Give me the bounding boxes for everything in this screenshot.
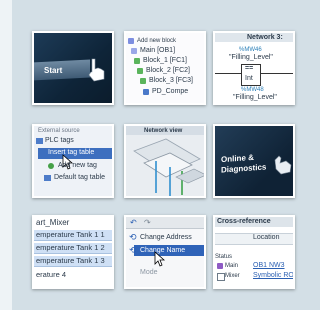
db-block-icon — [143, 89, 149, 95]
tile-hmi-tags[interactable]: art_Mixer emperature Tank 1 1 emperature… — [32, 215, 114, 289]
ob-block-icon — [131, 48, 137, 54]
pointer-hand-icon — [88, 58, 105, 82]
tree-item[interactable]: PD_Compe — [152, 88, 188, 96]
operand-address: %MW48 — [241, 87, 264, 93]
panel-title: Cross-reference — [217, 218, 271, 225]
list-header: art_Mixer — [36, 218, 70, 227]
left-frame-strip — [0, 0, 12, 310]
add-icon — [48, 163, 54, 169]
list-item[interactable]: emperature Tank 1 1 — [36, 231, 105, 239]
tile-program-blocks[interactable]: Add new block Main [OB1] Block_1 [FC1] B… — [124, 31, 206, 105]
rung-line-right — [260, 73, 293, 74]
status-label: Status — [215, 254, 233, 260]
tile-network-logic[interactable]: Network 3: %MW46 "Filling_Level" == Int … — [213, 31, 295, 105]
add-block-icon — [128, 38, 134, 44]
table-link[interactable]: OB1 NW3 — [253, 262, 285, 270]
operand-name: "Filling_Level" — [229, 54, 273, 61]
tree-item[interactable]: Main [OB1] — [140, 47, 175, 55]
tile-start[interactable]: Start — [32, 31, 114, 105]
column-header[interactable]: Location — [253, 234, 279, 242]
table-cell: Main — [225, 263, 239, 269]
start-label: Start — [44, 66, 63, 75]
diagnostics-label: Diagnostics — [221, 162, 267, 175]
compare-operator: == — [245, 65, 254, 72]
pointer-hand-icon — [274, 155, 292, 175]
tree-item[interactable]: PLC tags — [45, 137, 74, 145]
undo-icon[interactable]: ↶ — [130, 219, 137, 227]
table-link[interactable]: Symbolic RO — [253, 272, 293, 280]
tree-item[interactable]: Block_1 [FC1] — [143, 57, 187, 65]
list-item[interactable]: emperature Tank 1 3 — [36, 257, 105, 265]
tile-plc-tags[interactable]: External source PLC tags Insert tag tabl… — [32, 124, 114, 198]
tree-item[interactable]: Default tag table — [54, 174, 105, 182]
fc-block-icon — [137, 68, 143, 74]
mouse-cursor-icon — [154, 251, 166, 267]
operand-address: %MW46 — [239, 47, 262, 53]
redo-icon[interactable]: ↷ — [144, 219, 151, 227]
online-label: Online & — [221, 152, 254, 165]
view-tab-label[interactable]: Network view — [144, 127, 182, 135]
fc-block-icon — [140, 78, 146, 84]
rung-line-left — [215, 73, 241, 74]
menu-item[interactable]: Change Address — [140, 234, 192, 242]
tag-table-icon — [44, 175, 51, 181]
fc-block-icon — [134, 58, 140, 64]
tile-online-diagnostics[interactable]: Online & Diagnostics — [213, 124, 295, 198]
compare-type: Int — [245, 75, 253, 82]
tree-item[interactable]: Add new block — [137, 37, 176, 45]
list-item[interactable]: erature 4 — [36, 271, 66, 279]
table-cell: Mixer — [225, 273, 240, 279]
tree-item[interactable]: Add new tag — [58, 162, 97, 170]
block-icon — [217, 273, 225, 281]
tile-network-view[interactable]: Network view — [124, 124, 206, 198]
operand-name: "Filling_Level" — [233, 94, 277, 101]
menu-item[interactable]: Mode — [140, 269, 158, 277]
block-icon — [217, 263, 223, 269]
tree-item[interactable]: Block_3 [FC3] — [149, 77, 193, 85]
tile-cross-reference[interactable]: Cross-reference Location Status Main OB1… — [213, 215, 295, 289]
change-icon: ⟲ — [129, 245, 137, 255]
network-title: Network 3: — [247, 34, 283, 41]
tree-item[interactable]: External source — [38, 127, 80, 135]
tag-folder-icon — [36, 138, 43, 144]
toolbar — [126, 217, 204, 229]
tree-item[interactable]: Block_2 [FC2] — [146, 67, 190, 75]
network-diagram — [133, 138, 204, 196]
tile-change-menu[interactable]: ↶ ↷ ⟲ Change Address ⟲ Change Name Mode — [124, 215, 206, 289]
list-item[interactable]: emperature Tank 1 2 — [36, 244, 105, 252]
change-icon: ⟲ — [129, 232, 137, 242]
